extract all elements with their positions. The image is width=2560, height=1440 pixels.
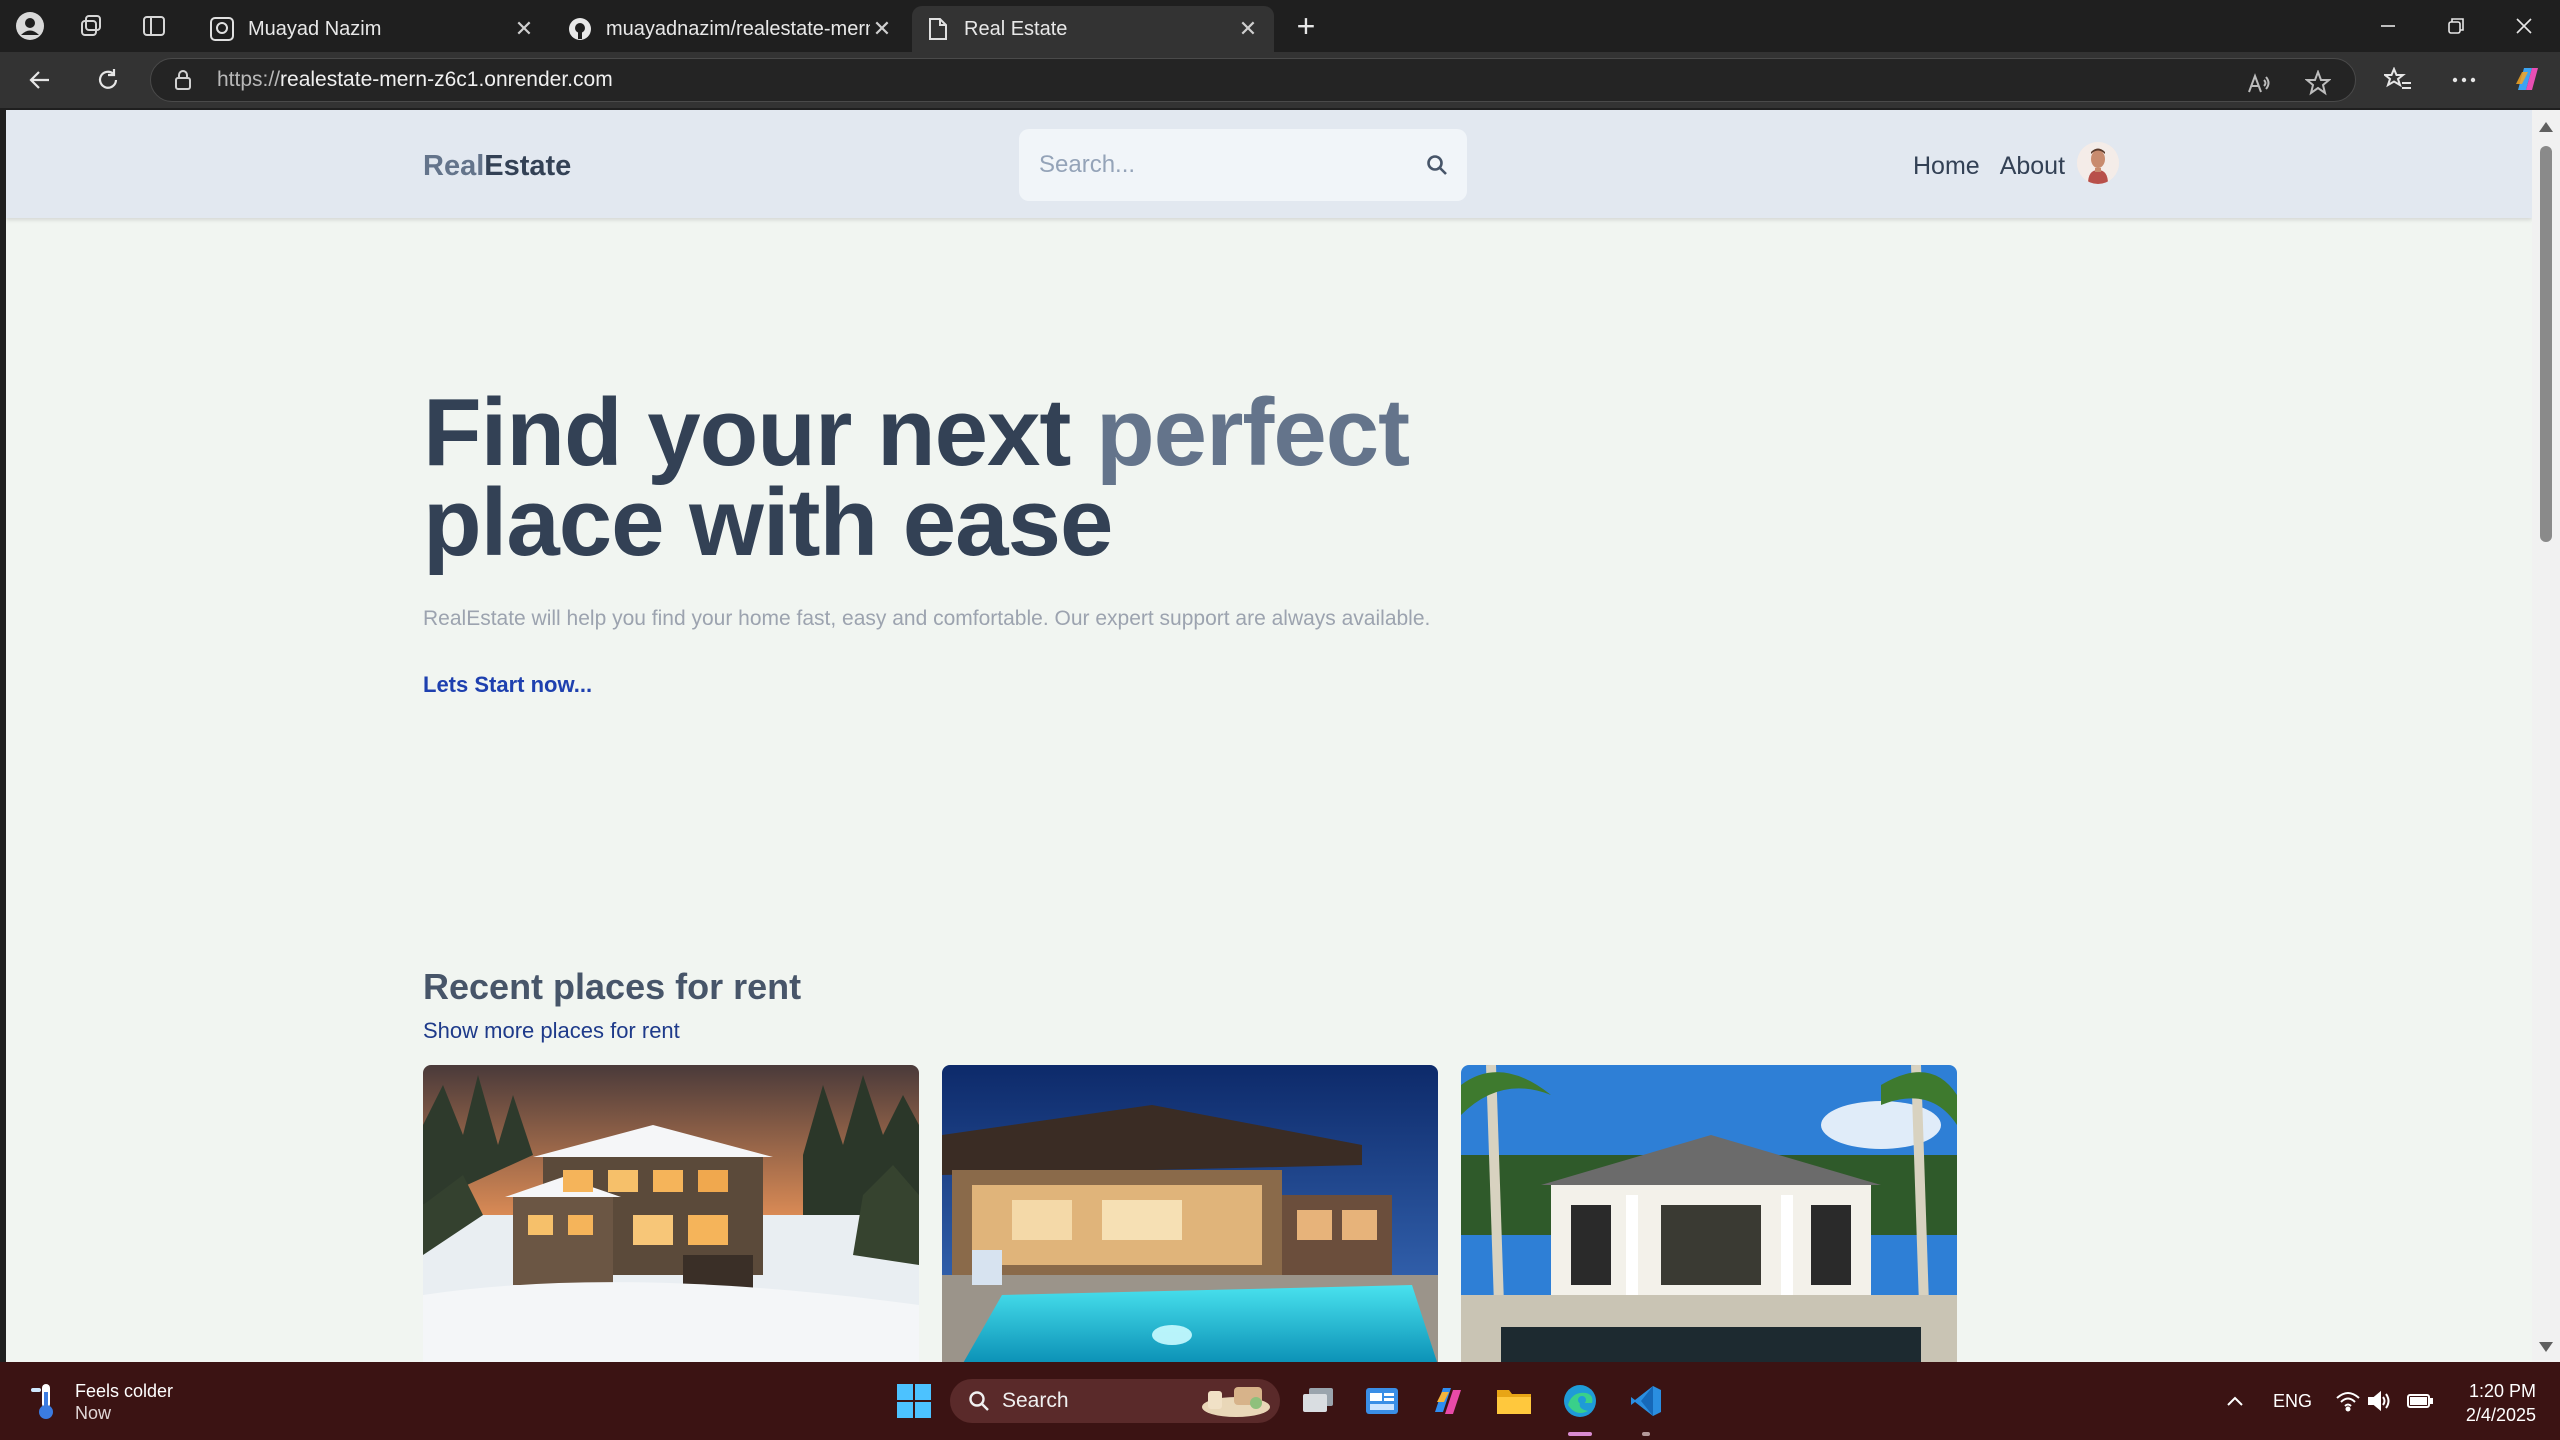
show-more-rent-link[interactable]: Show more places for rent [423,1018,680,1044]
windows-start-icon[interactable] [892,1380,936,1422]
url-text: https://realestate-mern-z6c1.onrender.co… [217,68,613,91]
page-viewport: RealEstate Home About Find your next per… [6,110,2532,1362]
close-tab-icon[interactable]: ✕ [512,16,536,41]
clock-date: 2/4/2025 [2465,1405,2536,1425]
scroll-up-arrow-icon[interactable] [2539,122,2553,132]
file-explorer-icon[interactable] [1494,1380,1534,1422]
close-window-button[interactable] [2490,0,2558,52]
edge-browser-icon[interactable] [1560,1380,1600,1422]
favorite-star-icon[interactable] [2303,68,2333,98]
browser-toolbar: https://realestate-mern-z6c1.onrender.co… [0,52,2560,108]
nav-home-link[interactable]: Home [1913,152,1980,181]
listing-card-snow-house[interactable] [423,1065,919,1362]
github-icon [568,17,592,41]
search-form [1019,129,1467,201]
workspaces-icon[interactable] [76,10,108,42]
logo-part-estate: Estate [484,150,572,182]
refresh-button[interactable] [90,62,126,98]
browser-tab-active[interactable]: Real Estate ✕ [912,6,1274,52]
tab-title: muayadnazim/realestate-mern: re [606,17,870,40]
site-logo[interactable]: RealEstate [423,150,571,183]
search-highlight-icon [1202,1387,1270,1417]
hero-subtitle: RealEstate will help you find your home … [423,607,1431,630]
wifi-icon[interactable] [2334,1380,2362,1422]
weather-time: Now [75,1403,112,1423]
back-button[interactable] [22,62,58,98]
volume-icon[interactable] [2366,1380,2394,1422]
site-nav: Home About [1913,152,2065,181]
recent-rent-title: Recent places for rent [423,966,802,1007]
widgets-icon[interactable] [1362,1380,1402,1422]
copilot-app-icon[interactable] [1428,1380,1468,1422]
tab-title: Muayad Nazim [248,17,382,40]
copilot-icon[interactable] [2510,62,2546,98]
weather-thermometer-icon[interactable] [24,1380,64,1422]
windows-taskbar: Feels colder Now Search ENG 1:20 PM 2/4/… [0,1362,2560,1440]
taskbar-search-box[interactable]: Search [950,1379,1280,1423]
new-tab-button[interactable]: + [1290,10,1322,42]
user-avatar[interactable] [2077,142,2119,184]
browser-tab-strip: Muayad Nazim ✕ muayadnazim/realestate-me… [0,0,2560,52]
minimize-button[interactable] [2354,0,2422,52]
page-icon [926,17,950,41]
show-hidden-icons-chevron-icon[interactable] [2220,1380,2250,1422]
vertical-tabs-icon[interactable] [138,10,170,42]
weather-status: Feels colder [75,1381,174,1401]
tab-title: Real Estate [964,17,1068,40]
logo-part-real: Real [423,150,485,182]
scroll-down-arrow-icon[interactable] [2539,1342,2553,1352]
hero-title-accent: perfect [1096,379,1410,486]
clock-time: 1:20 PM [2468,1381,2536,1401]
open-app-indicator [1642,1432,1650,1436]
close-tab-icon[interactable]: ✕ [870,16,894,41]
read-aloud-icon[interactable] [2244,68,2274,98]
taskbar-search-label: Search [1002,1389,1069,1412]
browser-tab[interactable]: muayadnazim/realestate-mern: re ✕ [554,6,908,52]
favorites-icon[interactable] [2380,62,2416,98]
search-icon[interactable] [1425,153,1449,177]
browser-tab[interactable]: Muayad Nazim ✕ [196,6,550,52]
page-scrollbar[interactable] [2532,110,2560,1362]
hero-title-part2: place with ease [423,469,1113,576]
hero-title: Find your next perfect place with ease [423,385,1623,571]
nav-about-link[interactable]: About [2000,152,2065,181]
restore-button[interactable] [2422,0,2490,52]
task-view-icon[interactable] [1298,1380,1338,1422]
language-indicator[interactable]: ENG [2273,1391,2312,1412]
lock-icon[interactable] [173,69,209,91]
listing-card-tropical-villa[interactable] [1461,1065,1957,1362]
active-app-indicator [1568,1432,1592,1436]
address-bar[interactable]: https://realestate-mern-z6c1.onrender.co… [150,58,2356,102]
battery-icon[interactable] [2404,1380,2436,1422]
more-options-icon[interactable] [2446,62,2482,98]
search-input[interactable] [1039,151,1399,179]
profile-icon[interactable] [14,10,46,42]
lets-start-link[interactable]: Lets Start now... [423,672,592,698]
listing-card-pool-house[interactable] [942,1065,1438,1362]
close-tab-icon[interactable]: ✕ [1236,16,1260,41]
scrollbar-thumb[interactable] [2540,146,2552,542]
clock[interactable]: 1:20 PM 2/4/2025 [2458,1379,2536,1427]
vscode-icon[interactable] [1626,1380,1666,1422]
github-avatar-icon [210,17,234,41]
site-header: RealEstate Home About [6,110,2532,218]
weather-widget[interactable]: Feels colder Now [75,1380,173,1424]
